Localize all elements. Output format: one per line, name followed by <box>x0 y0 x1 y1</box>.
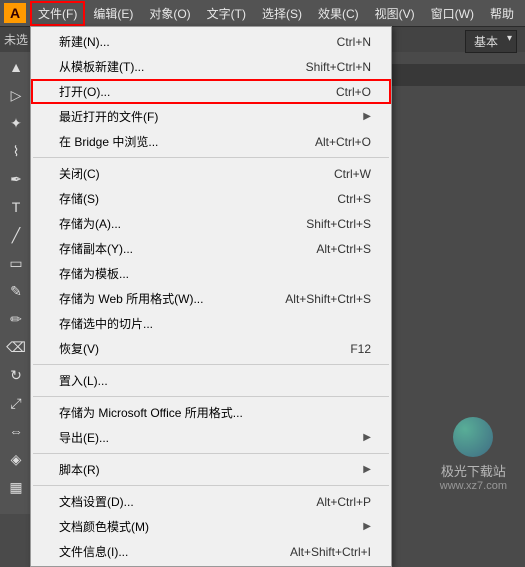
menu-separator <box>33 485 389 486</box>
file-menu-item-0[interactable]: 新建(N)... Ctrl+N <box>31 29 391 54</box>
menu-item-8[interactable]: 帮助 <box>482 1 522 26</box>
menu-item-0[interactable]: 文件(F) <box>30 1 85 26</box>
lasso-tool-icon[interactable]: ⌇ <box>2 138 30 164</box>
direct-select-tool-icon[interactable]: ▷ <box>2 82 30 108</box>
menu-item-label: 存储(S) <box>59 190 99 207</box>
menu-item-label: 存储为模板... <box>59 265 129 282</box>
file-menu-item-24[interactable]: 文件信息(I)... Alt+Shift+Ctrl+I <box>31 539 391 564</box>
selection-tool-icon[interactable]: ▲ <box>2 54 30 80</box>
menu-item-label: 从模板新建(T)... <box>59 58 144 75</box>
file-menu-item-23[interactable]: 文档颜色模式(M) ▶ <box>31 514 391 539</box>
menu-item-7[interactable]: 窗口(W) <box>423 1 482 26</box>
menu-item-label: 关闭(C) <box>59 165 100 182</box>
menu-separator <box>33 157 389 158</box>
pen-tool-icon[interactable]: ✒ <box>2 166 30 192</box>
menu-item-6[interactable]: 视图(V) <box>367 1 423 26</box>
menu-item-label: 最近打开的文件(F) <box>59 108 158 125</box>
rotate-tool-icon[interactable]: ↻ <box>2 362 30 388</box>
menu-item-label: 存储为 Microsoft Office 所用格式... <box>59 404 243 421</box>
menu-item-label: 恢复(V) <box>59 340 99 357</box>
menu-item-shortcut: Alt+Ctrl+S <box>316 242 371 256</box>
file-menu-item-11[interactable]: 存储为 Web 所用格式(W)... Alt+Shift+Ctrl+S <box>31 286 391 311</box>
file-menu-item-15[interactable]: 置入(L)... <box>31 368 391 393</box>
watermark: 极光下载站 www.xz7.com <box>440 417 507 492</box>
menu-separator <box>33 364 389 365</box>
menu-item-label: 新建(N)... <box>59 33 110 50</box>
menu-item-shortcut: Alt+Ctrl+P <box>316 495 371 509</box>
shape-tool-icon[interactable]: ◈ <box>2 446 30 472</box>
brush-tool-icon[interactable]: ✎ <box>2 278 30 304</box>
file-menu-item-18[interactable]: 导出(E)... ▶ <box>31 425 391 450</box>
app-icon: A <box>4 3 26 23</box>
menu-separator <box>33 396 389 397</box>
menubar: 文件(F)编辑(E)对象(O)文字(T)选择(S)效果(C)视图(V)窗口(W)… <box>30 0 522 26</box>
menu-item-shortcut: Alt+Ctrl+O <box>315 135 371 149</box>
menu-item-shortcut: Alt+Shift+Ctrl+I <box>290 545 371 559</box>
menu-item-shortcut: Shift+Ctrl+N <box>306 60 371 74</box>
type-tool-icon[interactable]: T <box>2 194 30 220</box>
toolbox: ▲ ▷ ✦ ⌇ ✒ T ╱ ▭ ✎ ✏ ⌫ ↻ ⤢ ⇔ ◈ ▦ <box>0 52 32 514</box>
menu-item-shortcut: Ctrl+O <box>336 85 371 99</box>
menu-item-label: 脚本(R) <box>59 461 100 478</box>
menu-item-shortcut: Ctrl+N <box>337 35 371 49</box>
submenu-arrow-icon: ▶ <box>363 521 371 532</box>
file-menu-item-9[interactable]: 存储副本(Y)... Alt+Ctrl+S <box>31 236 391 261</box>
submenu-arrow-icon: ▶ <box>363 432 371 443</box>
menu-item-shortcut: Shift+Ctrl+S <box>306 217 371 231</box>
watermark-logo-icon <box>453 417 493 457</box>
menu-item-label: 文档设置(D)... <box>59 493 134 510</box>
file-menu-item-22[interactable]: 文档设置(D)... Alt+Ctrl+P <box>31 489 391 514</box>
menu-item-label: 存储副本(Y)... <box>59 240 133 257</box>
preset-dropdown[interactable]: 基本 <box>465 30 517 53</box>
menu-item-shortcut: F12 <box>350 342 371 356</box>
menu-item-label: 在 Bridge 中浏览... <box>59 133 158 150</box>
menu-item-label: 打开(O)... <box>59 83 110 100</box>
file-menu-item-2[interactable]: 打开(O)... Ctrl+O <box>31 79 391 104</box>
wand-tool-icon[interactable]: ✦ <box>2 110 30 136</box>
watermark-url: www.xz7.com <box>440 480 507 492</box>
file-menu-item-17[interactable]: 存储为 Microsoft Office 所用格式... <box>31 400 391 425</box>
scale-tool-icon[interactable]: ⤢ <box>2 390 30 416</box>
file-menu-item-4[interactable]: 在 Bridge 中浏览... Alt+Ctrl+O <box>31 129 391 154</box>
menu-item-label: 导出(E)... <box>59 429 109 446</box>
menu-item-label: 存储选中的切片... <box>59 315 153 332</box>
menu-item-label: 存储为 Web 所用格式(W)... <box>59 290 203 307</box>
menu-item-1[interactable]: 编辑(E) <box>85 1 141 26</box>
eraser-tool-icon[interactable]: ⌫ <box>2 334 30 360</box>
file-menu-dropdown: 新建(N)... Ctrl+N 从模板新建(T)... Shift+Ctrl+N 打开(… <box>30 26 392 567</box>
file-menu-item-10[interactable]: 存储为模板... <box>31 261 391 286</box>
watermark-text: 极光下载站 <box>440 461 507 480</box>
gradient-tool-icon[interactable]: ▦ <box>2 474 30 500</box>
submenu-arrow-icon: ▶ <box>363 111 371 122</box>
file-menu-item-8[interactable]: 存储为(A)... Shift+Ctrl+S <box>31 211 391 236</box>
line-tool-icon[interactable]: ╱ <box>2 222 30 248</box>
file-menu-item-1[interactable]: 从模板新建(T)... Shift+Ctrl+N <box>31 54 391 79</box>
submenu-arrow-icon: ▶ <box>363 464 371 475</box>
menu-item-2[interactable]: 对象(O) <box>141 1 198 26</box>
menu-separator <box>33 453 389 454</box>
width-tool-icon[interactable]: ⇔ <box>2 418 30 444</box>
pencil-tool-icon[interactable]: ✏ <box>2 306 30 332</box>
menu-item-5[interactable]: 效果(C) <box>310 1 367 26</box>
file-menu-item-13[interactable]: 恢复(V) F12 <box>31 336 391 361</box>
menu-item-shortcut: Ctrl+W <box>334 167 371 181</box>
file-menu-item-20[interactable]: 脚本(R) ▶ <box>31 457 391 482</box>
file-menu-item-12[interactable]: 存储选中的切片... <box>31 311 391 336</box>
menu-item-3[interactable]: 文字(T) <box>199 1 254 26</box>
file-menu-item-7[interactable]: 存储(S) Ctrl+S <box>31 186 391 211</box>
menu-item-label: 置入(L)... <box>59 372 108 389</box>
file-menu-item-3[interactable]: 最近打开的文件(F) ▶ <box>31 104 391 129</box>
menu-item-shortcut: Ctrl+S <box>337 192 371 206</box>
file-menu-item-6[interactable]: 关闭(C) Ctrl+W <box>31 161 391 186</box>
rect-tool-icon[interactable]: ▭ <box>2 250 30 276</box>
menu-item-4[interactable]: 选择(S) <box>254 1 310 26</box>
menu-item-shortcut: Alt+Shift+Ctrl+S <box>285 292 371 306</box>
selection-status: 未选 <box>4 31 28 48</box>
menu-item-label: 文件信息(I)... <box>59 543 128 560</box>
menu-item-label: 文档颜色模式(M) <box>59 518 149 535</box>
menu-item-label: 存储为(A)... <box>59 215 121 232</box>
